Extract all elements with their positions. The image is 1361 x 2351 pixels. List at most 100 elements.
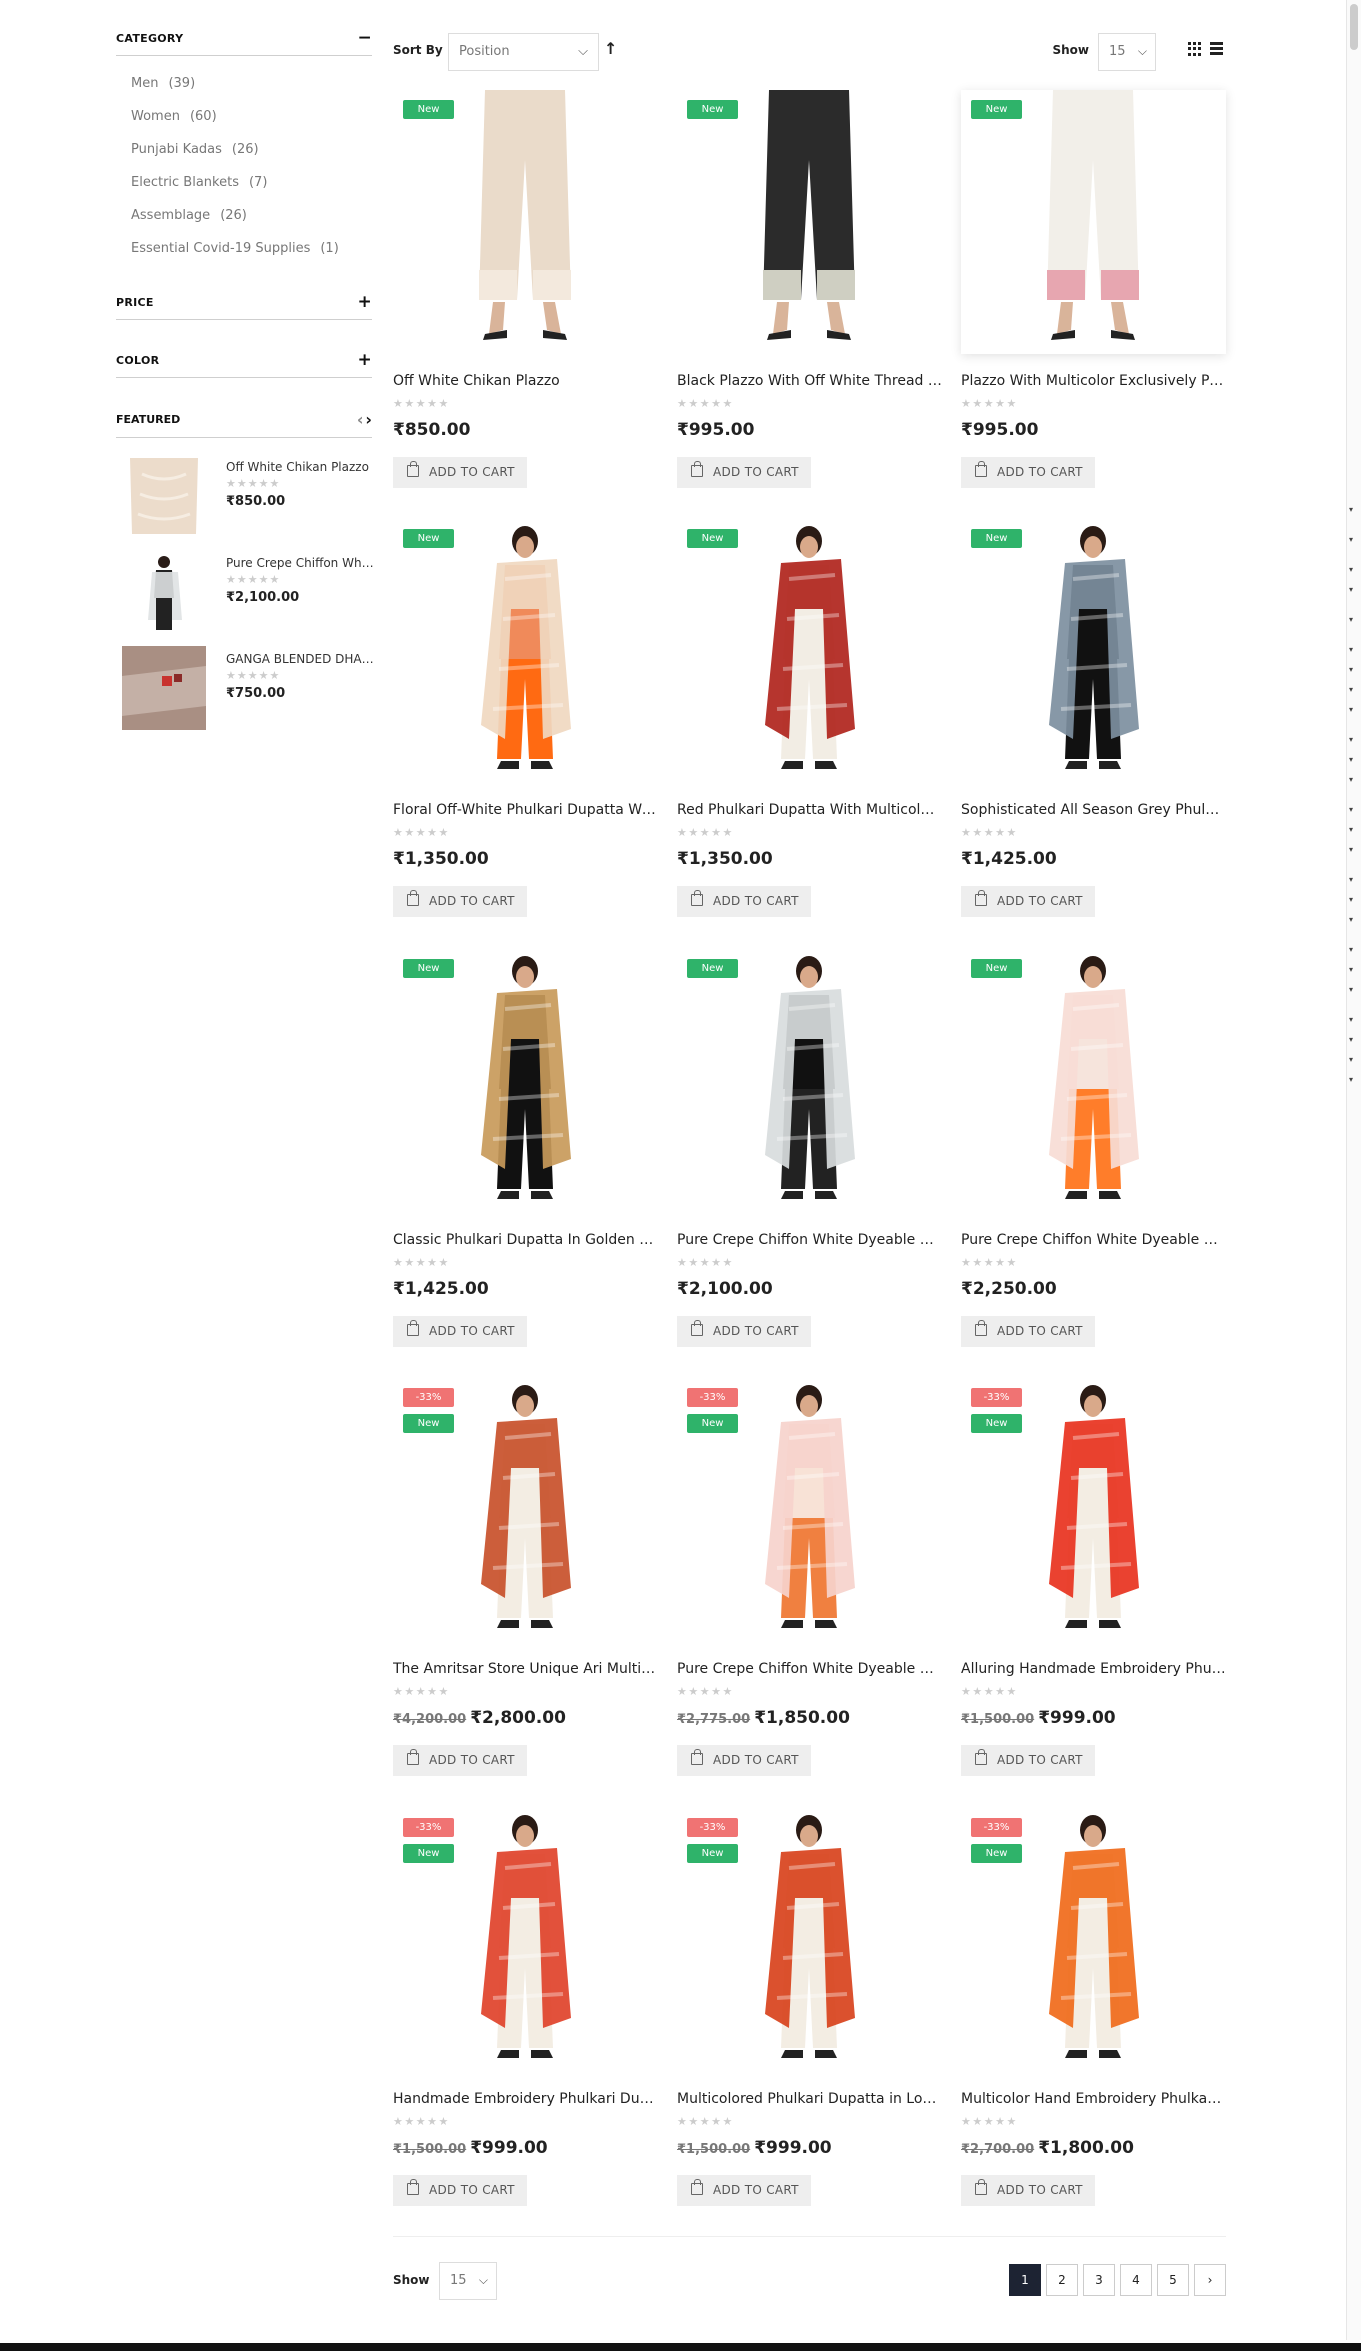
page-5-button[interactable]: 5: [1157, 2264, 1189, 2296]
product-card[interactable]: -33% New Pure Crepe Chiffon White Dyeable…: [677, 1378, 942, 1788]
product-card[interactable]: -33% New Handmade Embroidery Phulkari Dup…: [393, 1808, 658, 2218]
featured-thumbnail[interactable]: [122, 454, 206, 538]
page-3-button[interactable]: 3: [1083, 2264, 1115, 2296]
product-image-wrap[interactable]: New: [393, 949, 658, 1213]
add-to-cart-button[interactable]: ADD TO CART: [393, 886, 527, 917]
add-to-cart-button[interactable]: ADD TO CART: [961, 457, 1095, 488]
product-image-wrap[interactable]: -33% New: [393, 1808, 658, 2072]
add-to-cart-button[interactable]: ADD TO CART: [961, 1316, 1095, 1347]
product-image-wrap[interactable]: -33% New: [677, 1808, 942, 2072]
chevron-right-icon[interactable]: ›: [365, 410, 372, 429]
product-name[interactable]: Plazzo With Multicolor Exclusively Print…: [961, 373, 1226, 389]
product-name[interactable]: Multicolor Hand Embroidery Phulkari Dupa…: [961, 2091, 1226, 2107]
product-image[interactable]: [677, 949, 942, 1213]
add-to-cart-button[interactable]: ADD TO CART: [393, 1316, 527, 1347]
product-image-wrap[interactable]: New: [961, 90, 1226, 354]
category-filter-header[interactable]: CATEGORY −: [116, 30, 372, 56]
add-to-cart-button[interactable]: ADD TO CART: [677, 1745, 811, 1776]
expand-icon[interactable]: +: [357, 352, 372, 369]
product-card[interactable]: New Sophisticated All Season Grey Phulka…: [961, 519, 1226, 929]
product-image[interactable]: [961, 90, 1226, 354]
featured-name[interactable]: Pure Crepe Chiffon White Dyeable Dupatta: [226, 556, 376, 570]
product-image-wrap[interactable]: -33% New: [961, 1378, 1226, 1642]
chevron-left-icon[interactable]: ‹: [357, 410, 364, 429]
product-image-wrap[interactable]: -33% New: [393, 1378, 658, 1642]
product-image-wrap[interactable]: New: [961, 949, 1226, 1213]
featured-thumbnail[interactable]: [122, 550, 206, 634]
product-card[interactable]: New Pure Crepe Chiffon White Dyeable Dup…: [677, 949, 942, 1359]
product-name[interactable]: Black Plazzo With Off White Thread Work: [677, 373, 942, 389]
product-image[interactable]: [961, 949, 1226, 1213]
featured-thumbnail[interactable]: [122, 646, 206, 730]
product-name[interactable]: Floral Off-White Phulkari Dupatta With T…: [393, 802, 658, 818]
product-image[interactable]: [961, 519, 1226, 783]
limiter-select[interactable]: 15 ⌵: [439, 2262, 497, 2300]
product-card[interactable]: New Plazzo With Multicolor Exclusively P…: [961, 90, 1226, 500]
featured-name[interactable]: GANGA BLENDED DHARIWAL SHAWL: [226, 652, 376, 666]
product-card[interactable]: -33% New Multicolor Hand Embroidery Phulk…: [961, 1808, 1226, 2218]
page-2-button[interactable]: 2: [1046, 2264, 1078, 2296]
next-page-button[interactable]: ›: [1194, 2264, 1226, 2296]
product-image-wrap[interactable]: New: [961, 519, 1226, 783]
add-to-cart-button[interactable]: ADD TO CART: [677, 1316, 811, 1347]
product-image[interactable]: [677, 519, 942, 783]
product-name[interactable]: Alluring Handmade Embroidery Phulkari Du…: [961, 1661, 1226, 1677]
limiter-select[interactable]: 15 ⌵: [1098, 33, 1156, 71]
category-item-covid-supplies[interactable]: Essential Covid-19 Supplies (1): [131, 239, 372, 272]
product-name[interactable]: Handmade Embroidery Phulkari Dupatta: [393, 2091, 658, 2107]
category-item-men[interactable]: Men (39): [131, 74, 372, 107]
page-1-button[interactable]: 1: [1009, 2264, 1041, 2296]
scrollbar-thumb[interactable]: [1350, 4, 1358, 50]
product-image[interactable]: [677, 90, 942, 354]
product-image[interactable]: [393, 519, 658, 783]
product-image-wrap[interactable]: -33% New: [677, 1378, 942, 1642]
category-item-assemblage[interactable]: Assemblage (26): [131, 206, 372, 239]
product-card[interactable]: New Off White Chikan Plazzo ★★★★★ ₹850.0…: [393, 90, 658, 500]
featured-item[interactable]: Off White Chikan Plazzo ★★★★★ ₹850.00: [116, 454, 372, 538]
product-image-wrap[interactable]: New: [393, 519, 658, 783]
product-image-wrap[interactable]: New: [677, 949, 942, 1213]
product-image-wrap[interactable]: New: [393, 90, 658, 354]
product-name[interactable]: Pure Crepe Chiffon White Dyeable Dupatta: [677, 1232, 942, 1248]
category-item-punjabi-kadas[interactable]: Punjabi Kadas (26): [131, 140, 372, 173]
product-name[interactable]: Classic Phulkari Dupatta In Golden Embro…: [393, 1232, 658, 1248]
list-view-icon[interactable]: [1210, 42, 1223, 56]
add-to-cart-button[interactable]: ADD TO CART: [961, 1745, 1095, 1776]
product-image-wrap[interactable]: New: [677, 519, 942, 783]
product-card[interactable]: -33% New Alluring Handmade Embroidery Phu…: [961, 1378, 1226, 1788]
product-card[interactable]: New Floral Off-White Phulkari Dupatta Wi…: [393, 519, 658, 929]
sort-direction-arrow-icon[interactable]: ↑: [604, 39, 617, 58]
add-to-cart-button[interactable]: ADD TO CART: [961, 2175, 1095, 2206]
page-4-button[interactable]: 4: [1120, 2264, 1152, 2296]
grid-view-icon[interactable]: [1188, 42, 1202, 56]
add-to-cart-button[interactable]: ADD TO CART: [393, 457, 527, 488]
product-name[interactable]: Multicolored Phulkari Dupatta in Lovely …: [677, 2091, 942, 2107]
product-image[interactable]: [393, 90, 658, 354]
product-name[interactable]: Pure Crepe Chiffon White Dyeable Dupatta: [677, 1661, 942, 1677]
category-item-women[interactable]: Women (60): [131, 107, 372, 140]
color-filter-header[interactable]: COLOR +: [116, 352, 372, 378]
add-to-cart-button[interactable]: ADD TO CART: [961, 886, 1095, 917]
add-to-cart-button[interactable]: ADD TO CART: [677, 886, 811, 917]
product-card[interactable]: New Pure Crepe Chiffon White Dyeable Dup…: [961, 949, 1226, 1359]
product-card[interactable]: New Black Plazzo With Off White Thread W…: [677, 90, 942, 500]
scrollbar[interactable]: [1346, 0, 1361, 2340]
featured-item[interactable]: Pure Crepe Chiffon White Dyeable Dupatta…: [116, 550, 376, 634]
product-card[interactable]: New Red Phulkari Dupatta With Multicolor…: [677, 519, 942, 929]
collapse-icon[interactable]: −: [357, 30, 372, 47]
product-card[interactable]: New Classic Phulkari Dupatta In Golden E…: [393, 949, 658, 1359]
product-image[interactable]: [393, 949, 658, 1213]
product-name[interactable]: Red Phulkari Dupatta With Multicolor Emb…: [677, 802, 942, 818]
product-name[interactable]: The Amritsar Store Unique Ari Multicolor…: [393, 1661, 658, 1677]
product-image-wrap[interactable]: -33% New: [961, 1808, 1226, 2072]
product-name[interactable]: Sophisticated All Season Grey Phulkari D…: [961, 802, 1226, 818]
product-name[interactable]: Pure Crepe Chiffon White Dyeable Dupatta: [961, 1232, 1226, 1248]
add-to-cart-button[interactable]: ADD TO CART: [393, 2175, 527, 2206]
add-to-cart-button[interactable]: ADD TO CART: [393, 1745, 527, 1776]
product-image-wrap[interactable]: New: [677, 90, 942, 354]
category-item-electric-blankets[interactable]: Electric Blankets (7): [131, 173, 372, 206]
featured-item[interactable]: GANGA BLENDED DHARIWAL SHAWL ★★★★★ ₹750.…: [116, 646, 376, 730]
add-to-cart-button[interactable]: ADD TO CART: [677, 457, 811, 488]
product-card[interactable]: -33% New The Amritsar Store Unique Ari Mu…: [393, 1378, 658, 1788]
product-card[interactable]: -33% New Multicolored Phulkari Dupatta in…: [677, 1808, 942, 2218]
